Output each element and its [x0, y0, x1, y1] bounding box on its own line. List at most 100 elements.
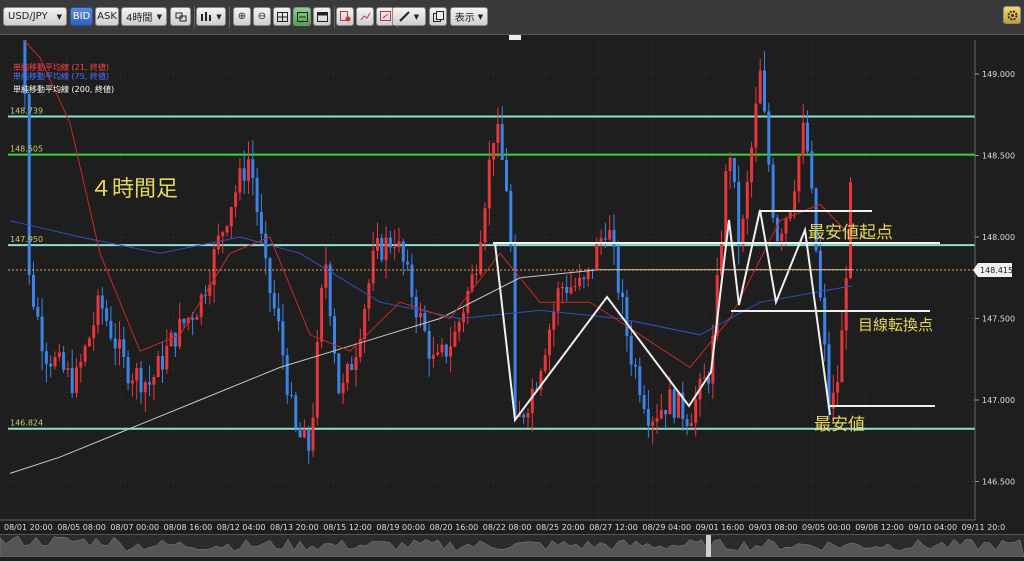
symbol-select[interactable]: USD/JPY ▼ — [3, 7, 67, 26]
chevron-down-icon: ▼ — [56, 12, 62, 21]
candle-body — [775, 217, 779, 242]
candle-body — [758, 70, 762, 104]
pencil-icon — [399, 11, 410, 22]
bar-chart-icon — [201, 12, 212, 21]
price-chart[interactable]: 151.000150.500150.000149.500149.000148.5… — [0, 40, 1024, 540]
chevron-down-icon: ▼ — [477, 12, 484, 21]
candle-body — [143, 382, 147, 393]
candle-body — [479, 242, 483, 274]
time-tick-label: 09/08 12:00 — [855, 523, 904, 532]
candle-body — [750, 147, 754, 182]
time-tick-label: 08/13 20:00 — [270, 523, 319, 532]
candle-body — [595, 244, 599, 271]
candle-body — [345, 364, 349, 383]
candle-body — [216, 235, 220, 250]
candle-body — [582, 277, 586, 280]
candle-body — [788, 212, 792, 219]
candle-body — [444, 344, 448, 357]
gear-icon — [1007, 10, 1017, 20]
zoom-in-icon: ⊕ — [237, 11, 247, 22]
draw-tool-button[interactable]: ▼ — [392, 7, 426, 26]
candle-body — [152, 376, 156, 385]
candle-body — [668, 389, 672, 415]
grid-button[interactable] — [273, 7, 291, 26]
candle-body — [560, 286, 564, 289]
time-tick-label: 08/01 20:00 — [4, 523, 53, 532]
timeframe-annotation: ４時間足 — [90, 177, 178, 202]
price-tick-label: 148.500 — [982, 152, 1015, 161]
link-window-button[interactable] — [170, 7, 191, 26]
chart-order-icon — [360, 12, 370, 21]
candle-body — [350, 364, 354, 370]
candle-body — [315, 341, 319, 418]
candle-body — [677, 392, 680, 418]
candle-body — [83, 346, 87, 362]
chart-type-button[interactable]: ▼ — [196, 7, 226, 26]
candle-body — [840, 330, 844, 383]
candle-body — [818, 250, 822, 298]
candle-body — [449, 346, 453, 357]
price-tick-label: 147.500 — [982, 315, 1015, 324]
settings-button[interactable] — [1003, 6, 1021, 24]
candle-body — [384, 237, 388, 260]
candle-body — [763, 70, 766, 112]
fit-screen-button[interactable] — [293, 7, 311, 26]
candle-body — [92, 325, 96, 339]
candle-body — [487, 159, 491, 209]
display-menu-button[interactable]: 表示 ▼ — [450, 7, 488, 26]
candle-body — [156, 356, 160, 377]
candle-body — [801, 122, 805, 156]
candle-body — [277, 308, 281, 322]
candle-body — [27, 94, 31, 275]
bid-button[interactable]: BID — [70, 7, 93, 26]
candle-body — [341, 382, 345, 394]
fit-screen-icon — [296, 11, 308, 22]
candle-body — [401, 241, 405, 262]
candle-body — [113, 338, 117, 349]
candle-body — [552, 311, 556, 330]
candle-body — [543, 355, 547, 372]
zoom-in-button[interactable]: ⊕ — [233, 7, 251, 26]
candle-body — [685, 419, 689, 426]
candle-body — [423, 312, 427, 331]
time-tick-label: 08/19 00:00 — [376, 523, 425, 532]
candle-body — [44, 351, 48, 364]
navigator-strip[interactable] — [0, 534, 1024, 558]
price-tick-label: 149.000 — [982, 70, 1015, 79]
order-button[interactable] — [336, 7, 354, 26]
candle-body — [659, 410, 663, 419]
window-button[interactable] — [313, 7, 331, 26]
candle-body — [79, 361, 83, 368]
candle-body — [836, 382, 840, 393]
time-tick-label: 08/25 20:00 — [536, 523, 585, 532]
time-tick-label: 09/11 20:0 — [962, 523, 1006, 532]
copy-button[interactable] — [429, 7, 447, 26]
candle-body — [238, 168, 242, 193]
level-label: 147.950 — [10, 235, 43, 244]
grid-icon — [276, 11, 288, 22]
candle-body — [195, 316, 199, 320]
candle-body — [247, 159, 250, 181]
candle-body — [436, 352, 440, 355]
candle-body — [126, 357, 130, 384]
annotation-neckline: 目線転換点 — [858, 316, 933, 334]
candle-body — [96, 295, 100, 326]
chart-order-button[interactable] — [356, 7, 374, 26]
candle-body — [689, 422, 693, 426]
window-icon — [316, 11, 328, 22]
candle-body — [272, 293, 276, 309]
candle-body — [556, 288, 560, 312]
candle-body — [492, 142, 496, 160]
candle-body — [612, 230, 616, 247]
time-tick-label: 09/10 04:00 — [908, 523, 957, 532]
candle-body — [169, 332, 173, 347]
candle-body — [453, 331, 457, 347]
candle-body — [285, 355, 289, 395]
price-tick-label: 148.000 — [982, 233, 1015, 242]
ask-button[interactable]: ASK — [95, 7, 119, 26]
candle-body — [165, 346, 169, 370]
zoom-out-button[interactable]: ⊖ — [253, 7, 271, 26]
candle-body — [440, 344, 444, 353]
timeframe-select[interactable]: 4時間 ▼ — [121, 7, 167, 26]
timeframe-label: 4時間 — [126, 13, 153, 24]
